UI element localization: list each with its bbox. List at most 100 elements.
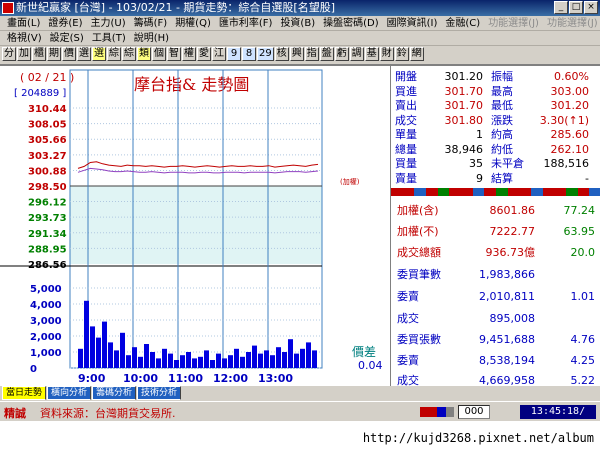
app-icon <box>2 2 14 14</box>
volume-bar <box>132 347 137 368</box>
y-tick-label: 298.50 <box>28 182 67 193</box>
market-change: 77.24 <box>563 204 596 217</box>
toolbar-button-16[interactable]: 8 <box>242 47 256 61</box>
toolbar-button-27[interactable]: 網 <box>409 47 424 61</box>
market-value: 8,538,194 <box>479 354 535 367</box>
menu-item-8[interactable]: 國際資訊(I) <box>384 16 441 30</box>
market-value: 9,451,688 <box>479 333 535 346</box>
menu-item-1[interactable]: 證券(E) <box>45 16 85 30</box>
y-tick-label: 300.88 <box>28 166 67 177</box>
x-tick-label: 13:00 <box>258 372 293 385</box>
minimize-button[interactable]: _ <box>554 1 568 14</box>
toolbar-button-12[interactable]: 權 <box>182 47 196 61</box>
market-label: 委買張數 <box>397 333 441 346</box>
quote-label-2: 振幅 <box>491 70 513 83</box>
toolbar-button-7[interactable]: 綜 <box>107 47 121 61</box>
toolbar-button-23[interactable]: 調 <box>349 47 364 61</box>
status-code[interactable]: 000 <box>458 405 490 419</box>
menu-item-10[interactable]: 功能選擇(J) <box>485 16 542 30</box>
status-indicator <box>420 407 454 417</box>
market-label: 成交總額 <box>397 246 441 259</box>
volume-bar <box>186 352 191 368</box>
toolbar-button-26[interactable]: 鈴 <box>394 47 409 61</box>
toolbar-button-2[interactable]: 櫃 <box>32 47 46 61</box>
menu-item-11[interactable]: 功能選擇(J) <box>544 16 600 30</box>
toolbar-button-5[interactable]: 選 <box>77 47 91 61</box>
toolbar-button-4[interactable]: 價 <box>62 47 76 61</box>
quote-panel: 開盤 301.20 振幅 0.60% 買進 301.70 最高 303.00 賣出 301.70 最… <box>390 66 600 388</box>
toolbar-button-14[interactable]: 江 <box>212 47 226 61</box>
quote-label-2: 最低 <box>491 99 513 112</box>
tab-3[interactable]: 技術分析 <box>137 386 182 400</box>
menu-item-4[interactable]: 期權(Q) <box>172 16 214 30</box>
menu2-item-0[interactable]: 格視(V) <box>4 31 45 45</box>
toolbar-button-6[interactable]: 選 <box>92 47 106 61</box>
volume-bar <box>300 348 305 368</box>
x-tick-label: 9:00 <box>78 372 106 385</box>
close-button[interactable]: × <box>584 1 598 14</box>
menu-item-9[interactable]: 金融(C) <box>442 16 483 30</box>
volume-bar <box>102 321 107 368</box>
tab-2[interactable]: 籌碼分析 <box>92 386 137 400</box>
toolbar-button-24[interactable]: 基 <box>364 47 379 61</box>
volume-bar <box>126 355 131 368</box>
menu2-item-1[interactable]: 設定(S) <box>47 31 87 45</box>
title-bar: 新世紀贏家 [台灣] - 103/02/21 - 期貨走勢：綜合自選股[名望股]… <box>0 0 600 16</box>
volume-bar <box>204 350 209 368</box>
toolbar-button-15[interactable]: 9 <box>227 47 241 61</box>
menu2-item-2[interactable]: 工具(T) <box>89 31 129 45</box>
x-tick-label: 11:00 <box>168 372 203 385</box>
toolbar-button-3[interactable]: 期 <box>47 47 61 61</box>
menu-item-5[interactable]: 匯市利率(F) <box>216 16 276 30</box>
chart-svg: ( 02 / 21 ) [ 204889 ] 摩台指& 走勢圖 310.44 308.0… <box>0 66 390 386</box>
menu-item-6[interactable]: 投資(B) <box>277 16 318 30</box>
market-value: 895,008 <box>489 312 536 325</box>
market-value: 7222.77 <box>489 225 536 238</box>
menu-bar: 畫面(L) 證券(E) 主力(U) 籌碼(F) 期權(Q) 匯市利率(F) 投資(B) 操盤密… <box>0 16 600 46</box>
y-tick-label: 303.27 <box>28 151 67 162</box>
toolbar-button-25[interactable]: 財 <box>379 47 394 61</box>
quote-label-2: 最高 <box>491 84 513 98</box>
menu-item-3[interactable]: 籌碼(F) <box>131 16 171 30</box>
volume-bar <box>114 350 119 368</box>
menu-item-2[interactable]: 主力(U) <box>88 16 129 30</box>
footer: http://kujd3268.pixnet.net/album <box>0 421 600 450</box>
x-tick-label: 10:00 <box>123 372 158 385</box>
toolbar-button-9[interactable]: 類 <box>137 47 151 61</box>
menu-item-0[interactable]: 畫面(L) <box>4 16 43 30</box>
quote-value: 301.80 <box>444 113 484 127</box>
toolbar-button-18[interactable]: 核 <box>274 47 289 61</box>
quote-value-2: 285.60 <box>550 128 590 141</box>
toolbar-button-19[interactable]: 興 <box>289 47 304 61</box>
market-label: 成交 <box>397 312 419 325</box>
toolbar-button-8[interactable]: 綜 <box>122 47 136 61</box>
toolbar-button-0[interactable]: 分 <box>2 47 16 61</box>
volume-bar <box>240 356 245 368</box>
volume-tick-label: 4,000 <box>30 300 62 311</box>
toolbar-button-20[interactable]: 指 <box>304 47 319 61</box>
watermark-url: http://kujd3268.pixnet.net/album <box>362 431 594 445</box>
toolbar-button-22[interactable]: 虧 <box>334 47 349 61</box>
below-reference-area <box>70 186 322 264</box>
tab-0[interactable]: 當日走勢 <box>2 386 47 400</box>
quote-label: 買進 <box>395 84 417 98</box>
tab-1[interactable]: 橫向分析 <box>47 386 92 400</box>
maximize-button[interactable]: □ <box>569 1 583 14</box>
intraday-chart: ( 02 / 21 ) [ 204889 ] 摩台指& 走勢圖 310.44 308.0… <box>0 66 390 388</box>
menu-row-main: 畫面(L) 證券(E) 主力(U) 籌碼(F) 期權(Q) 匯市利率(F) 投資(B) 操盤密… <box>0 16 600 31</box>
toolbar-button-17[interactable]: 29 <box>257 47 274 61</box>
market-value: 1,983,866 <box>479 268 535 281</box>
toolbar-button-1[interactable]: 加 <box>17 47 31 61</box>
y-tick-label: 291.34 <box>28 229 67 240</box>
y-tick-label: 296.12 <box>28 198 67 209</box>
toolbar-button-13[interactable]: 愛 <box>197 47 211 61</box>
market-label: 委賣 <box>397 354 419 367</box>
market-label: 委買筆數 <box>397 268 441 281</box>
menu2-item-3[interactable]: 說明(H) <box>131 31 172 45</box>
toolbar-button-21[interactable]: 盤 <box>319 47 334 61</box>
toolbar-button-10[interactable]: 個 <box>152 47 166 61</box>
menu-item-7[interactable]: 操盤密碼(D) <box>320 16 382 30</box>
market-row: 成交 895,008 <box>391 312 600 326</box>
toolbar-button-11[interactable]: 智 <box>167 47 181 61</box>
quote-row: 單量 1 約高 285.60 <box>391 128 600 142</box>
